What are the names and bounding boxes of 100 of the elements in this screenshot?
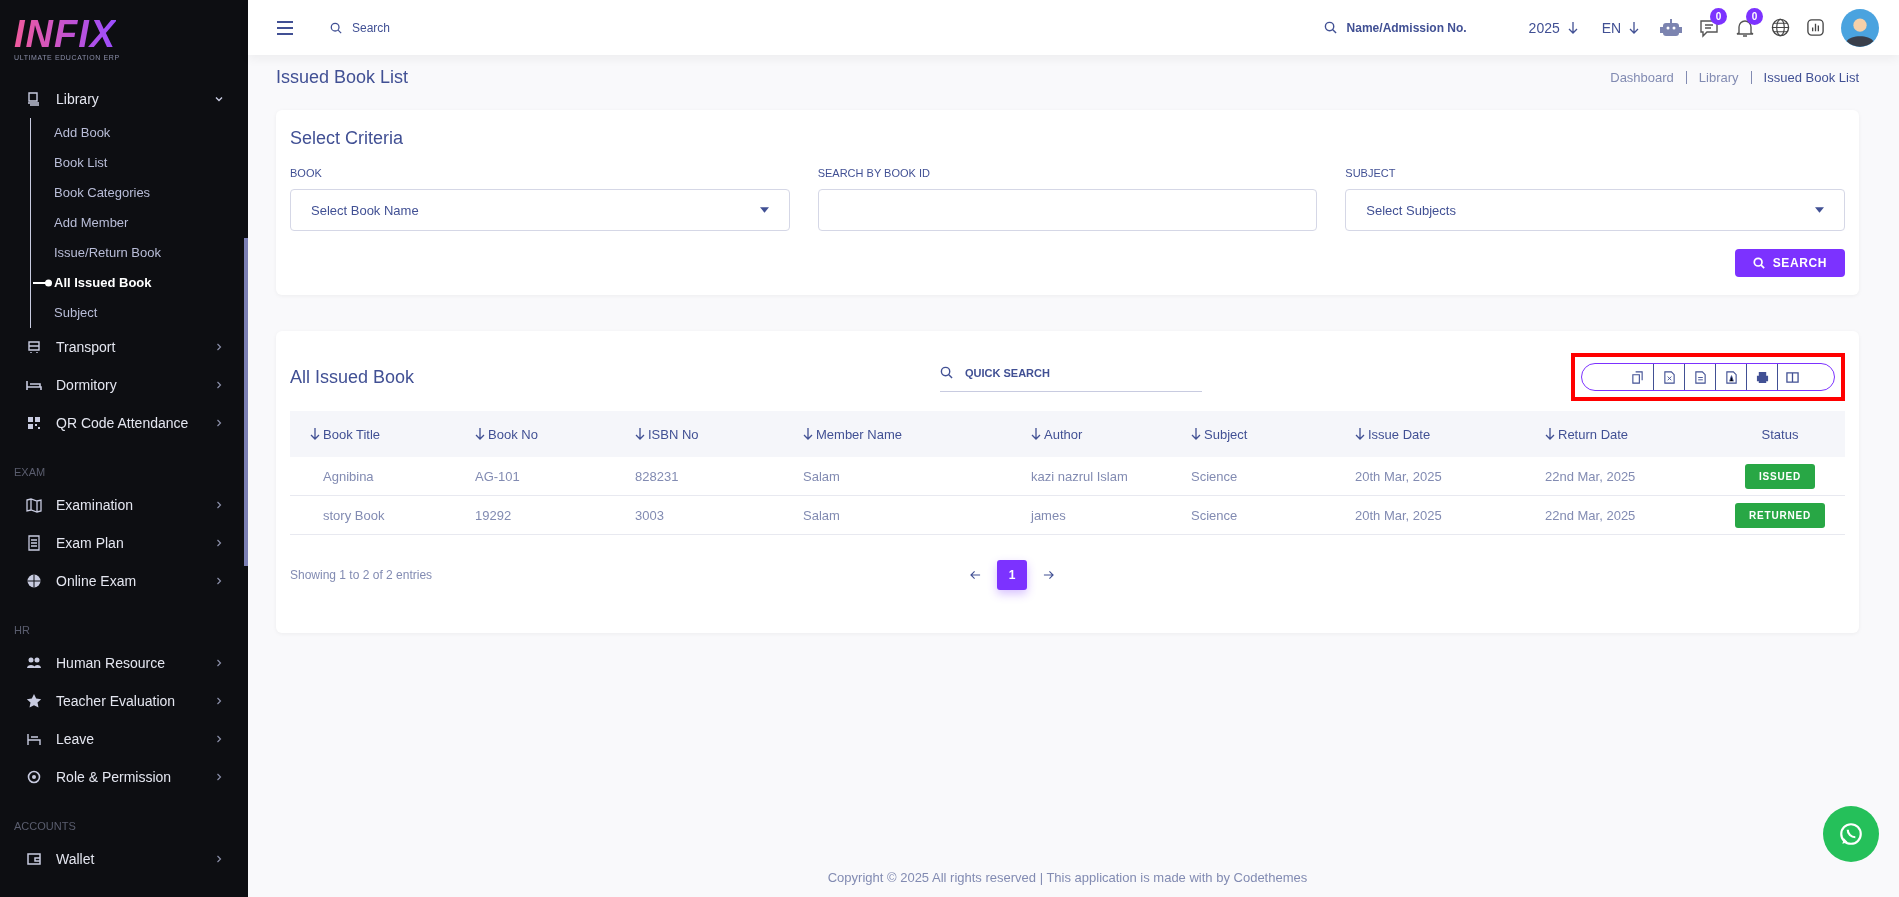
search-icon xyxy=(330,21,342,34)
sort-arrow-icon xyxy=(1031,428,1041,440)
copyright-text: Copyright © 2025 All rights reserved | This application is made with by Codethemes xyxy=(826,870,1309,887)
card-title: Select Criteria xyxy=(290,128,405,149)
input-field[interactable] xyxy=(817,189,1318,231)
caret-icon xyxy=(1815,207,1824,213)
scrollbar[interactable] xyxy=(244,238,248,566)
table-cell-text: 828231 xyxy=(634,468,680,484)
search-field[interactable]: Search xyxy=(350,19,474,36)
book-icon xyxy=(26,91,42,107)
people-icon xyxy=(26,655,42,671)
chevron-icon xyxy=(214,342,224,352)
sort-arrow-icon xyxy=(1191,428,1201,440)
sort-arrow-icon xyxy=(475,428,485,440)
avatar[interactable] xyxy=(1841,8,1879,47)
column-header: Status xyxy=(1760,426,1800,442)
chevron-icon xyxy=(214,658,224,668)
sidebar-item[interactable]: Human Resource xyxy=(0,644,224,682)
star-icon xyxy=(26,693,42,709)
submenu-item[interactable]: Book List xyxy=(54,148,224,178)
wallet-icon xyxy=(26,851,42,867)
column-header[interactable]: Subject xyxy=(1171,426,1335,442)
copy-icon xyxy=(1631,370,1644,384)
file-icon xyxy=(1724,370,1738,384)
sidebar-item[interactable]: Leave xyxy=(0,720,224,758)
sidebar-item[interactable]: Dormitory xyxy=(0,366,224,404)
chevron-icon xyxy=(214,734,224,744)
sidebar-item[interactable]: Examination xyxy=(0,486,224,524)
submenu-item[interactable]: Book Categories xyxy=(54,178,224,208)
table-cell-text: Salam xyxy=(802,468,841,484)
table-cell-text: 20th Mar, 2025 xyxy=(1354,468,1443,484)
entries-info: Showing 1 to 2 of 2 entries xyxy=(290,568,434,582)
chevron-icon xyxy=(214,696,224,706)
submenu-item[interactable]: Subject xyxy=(54,298,224,328)
search-button[interactable]: SEARCH xyxy=(1734,249,1845,277)
chevron-icon xyxy=(214,94,224,104)
page-button[interactable]: 1 xyxy=(997,560,1027,590)
sidebar-item[interactable]: Online Exam xyxy=(0,562,224,600)
table-cell-text: 22nd Mar, 2025 xyxy=(1544,468,1637,484)
globe-icon xyxy=(26,573,42,589)
select-dropdown[interactable]: Select Book Name xyxy=(290,189,790,231)
sidebar-item[interactable]: Teacher Evaluation xyxy=(0,682,224,720)
submenu-item[interactable]: All Issued Book xyxy=(54,268,224,298)
sidebar-item[interactable]: Library xyxy=(0,80,224,118)
chevron-icon xyxy=(214,772,224,782)
chat-bubble-icon xyxy=(1838,821,1864,847)
column-header[interactable]: Book Title xyxy=(290,426,455,442)
submenu-item[interactable]: Add Book xyxy=(54,118,224,148)
field-label: BOOK xyxy=(290,167,323,179)
sidebar-item[interactable]: Role & Permission xyxy=(0,758,224,796)
qr-icon xyxy=(26,415,42,431)
file-icon xyxy=(1662,370,1676,384)
search-icon xyxy=(940,366,953,379)
field-label: SUBJECT xyxy=(1345,167,1397,179)
student-search-field[interactable]: Name/Admission No. xyxy=(1344,19,1509,36)
sidebar-item[interactable]: Wallet xyxy=(0,840,224,878)
active-indicator-icon xyxy=(33,279,53,287)
chevron-icon xyxy=(214,854,224,864)
submenu-item[interactable]: Add Member xyxy=(54,208,224,238)
search-icon xyxy=(1752,257,1765,269)
year-dropdown[interactable]: 2025 xyxy=(1524,19,1582,36)
status-badge: RETURNED xyxy=(1735,502,1825,528)
column-header[interactable]: Issue Date xyxy=(1335,426,1525,442)
column-header[interactable]: Author xyxy=(1011,426,1171,442)
section-heading: ACCOUNTS xyxy=(13,819,77,834)
submenu-item[interactable]: Issue/Return Book xyxy=(54,238,224,268)
section-heading: HR xyxy=(13,623,31,638)
table-cell-text: kazi nazrul Islam xyxy=(1030,468,1129,484)
table-cell-text: 20th Mar, 2025 xyxy=(1354,507,1443,523)
menu-icon[interactable] xyxy=(276,20,294,35)
chart-icon[interactable] xyxy=(1806,18,1825,37)
search-icon xyxy=(1323,21,1337,34)
caret-icon xyxy=(759,207,769,213)
next-page-icon[interactable] xyxy=(1043,570,1054,580)
status-badge: ISSUED xyxy=(1744,463,1815,489)
table-cell-text: Science xyxy=(1190,507,1239,523)
robot-icon[interactable] xyxy=(1659,17,1683,38)
table-cell-text: Science xyxy=(1190,468,1239,484)
notification-count-badge: 0 xyxy=(1746,7,1763,25)
sidebar-item[interactable]: QR Code Attendance xyxy=(0,404,224,442)
breadcrumb-link[interactable]: Issued Book List xyxy=(1750,71,1859,84)
table-cell-text: Agnibina xyxy=(322,468,375,484)
table-cell-text: 3003 xyxy=(634,507,665,523)
file-icon xyxy=(1693,370,1707,384)
printer-icon xyxy=(1755,370,1769,384)
language-dropdown[interactable]: EN xyxy=(1597,19,1643,36)
section-heading: EXAM xyxy=(13,465,47,480)
previous-page-icon[interactable] xyxy=(970,570,981,580)
globe-icon[interactable] xyxy=(1771,18,1790,37)
sidebar-item[interactable]: Transport xyxy=(0,328,224,366)
column-header[interactable]: Return Date xyxy=(1525,426,1715,442)
field-label: SEARCH BY BOOK ID xyxy=(817,167,931,179)
select-dropdown[interactable]: Select Subjects xyxy=(1345,189,1845,231)
column-header[interactable]: Member Name xyxy=(783,426,1011,442)
map-icon xyxy=(26,497,42,513)
table-cell-text: 22nd Mar, 2025 xyxy=(1544,507,1637,523)
column-header[interactable]: ISBN No xyxy=(615,426,783,442)
sidebar-item[interactable]: Exam Plan xyxy=(0,524,224,562)
down-arrow-icon xyxy=(1567,21,1578,34)
column-header[interactable]: Book No xyxy=(455,426,615,442)
